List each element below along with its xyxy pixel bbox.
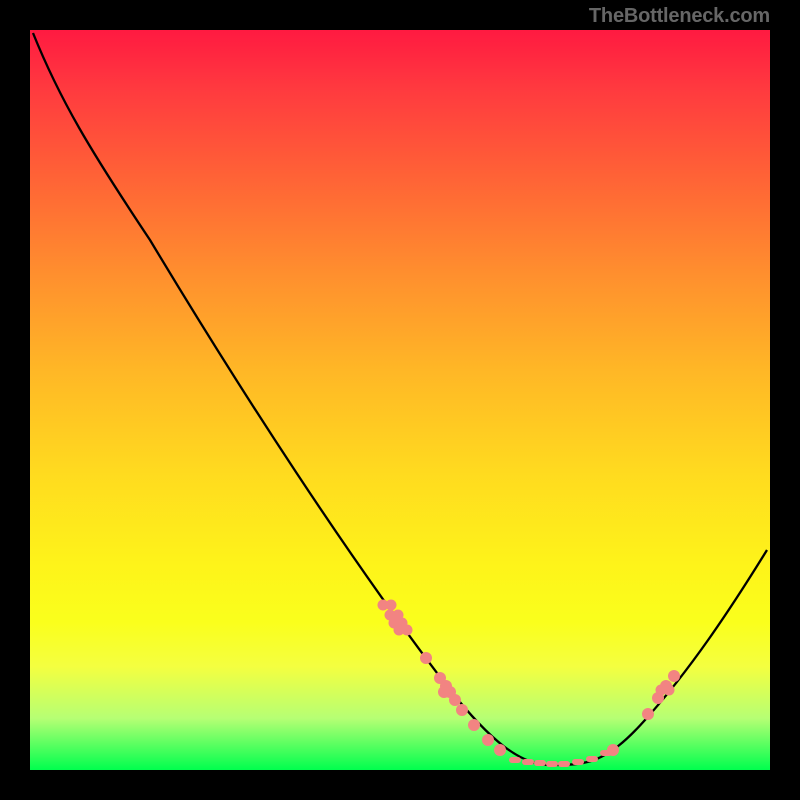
data-marker-pair xyxy=(402,625,413,636)
data-marker-dash xyxy=(534,760,546,766)
data-marker xyxy=(482,734,494,746)
data-marker xyxy=(449,694,461,706)
data-marker xyxy=(494,744,506,756)
data-marker-dash xyxy=(558,761,570,767)
data-marker-dash xyxy=(522,759,534,765)
data-marker-dash xyxy=(572,759,584,765)
attribution-label: TheBottleneck.com xyxy=(589,5,770,28)
chart-svg xyxy=(30,30,770,770)
data-marker xyxy=(607,744,619,756)
data-marker-pair xyxy=(386,600,397,611)
data-marker-pair xyxy=(664,685,675,696)
data-marker xyxy=(668,670,680,682)
data-marker xyxy=(456,704,468,716)
curve-line xyxy=(33,33,767,765)
chart-content xyxy=(33,33,767,767)
data-marker-dash xyxy=(546,761,558,767)
data-marker xyxy=(420,652,432,664)
data-marker xyxy=(642,708,654,720)
data-marker xyxy=(468,719,480,731)
data-marker-dash xyxy=(586,756,598,762)
data-marker-dash xyxy=(509,757,521,763)
